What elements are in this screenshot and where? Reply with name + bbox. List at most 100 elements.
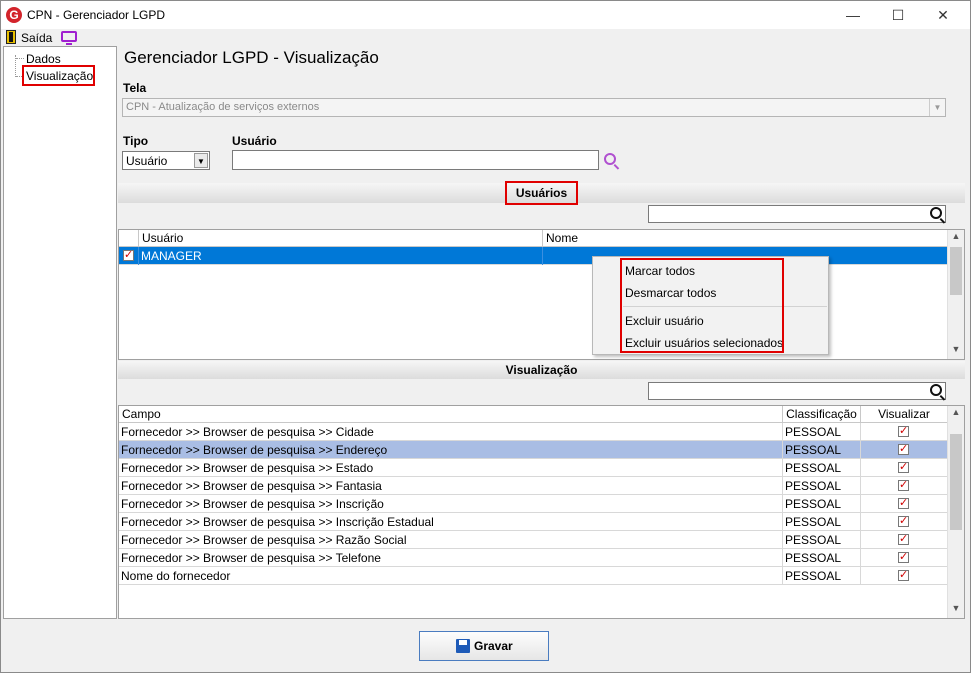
floppy-disk-icon — [456, 639, 470, 653]
visualizar-checkbox[interactable] — [898, 496, 909, 509]
view-section-header: Visualização — [118, 361, 965, 379]
search-icon[interactable] — [930, 384, 942, 396]
row-checkbox-cell — [119, 247, 139, 265]
exit-menu-item[interactable]: Saída — [21, 31, 52, 45]
minimize-button[interactable]: — — [839, 5, 867, 25]
row-checkbox[interactable] — [123, 248, 134, 261]
column-header-nome[interactable]: Nome — [543, 230, 948, 247]
window-title: CPN - Gerenciador LGPD — [27, 8, 166, 22]
table-row[interactable]: Fornecedor >> Browser de pesquisa >> Ins… — [119, 513, 948, 531]
scrollbar-thumb[interactable] — [950, 434, 962, 530]
visualizar-checkbox[interactable] — [898, 442, 909, 455]
table-row[interactable]: Fornecedor >> Browser de pesquisa >> Fan… — [119, 477, 948, 495]
close-button[interactable]: ✕ — [929, 5, 957, 25]
tela-select: CPN - Atualização de serviços externos ▼ — [122, 98, 946, 117]
view-filter-input[interactable] — [648, 382, 946, 400]
view-scrollbar[interactable]: ▲ ▼ — [947, 406, 964, 618]
cell-classificacao: PESSOAL — [783, 531, 861, 549]
app-window: G CPN - Gerenciador LGPD — ☐ ✕ Saída Dad… — [0, 0, 971, 673]
tree-connector — [16, 58, 24, 59]
maximize-button[interactable]: ☐ — [884, 5, 912, 25]
visualizar-checkbox[interactable] — [898, 550, 909, 563]
usuario-label: Usuário — [232, 134, 277, 148]
visualizar-checkbox[interactable] — [898, 514, 909, 527]
annotation-box — [505, 181, 578, 205]
cell-campo: Nome do fornecedor — [119, 567, 783, 585]
column-header-visualizar[interactable]: Visualizar — [861, 406, 948, 423]
cell-visualizar — [861, 513, 948, 531]
tipo-select-value: Usuário — [126, 154, 168, 168]
cell-campo: Fornecedor >> Browser de pesquisa >> Fan… — [119, 477, 783, 495]
table-row[interactable]: Fornecedor >> Browser de pesquisa >> Cid… — [119, 423, 948, 441]
page-title: Gerenciador LGPD - Visualização — [124, 48, 379, 67]
visualizar-checkbox[interactable] — [898, 568, 909, 581]
cell-campo: Fornecedor >> Browser de pesquisa >> Ins… — [119, 513, 783, 531]
cell-classificacao: PESSOAL — [783, 423, 861, 441]
chevron-down-icon[interactable]: ▼ — [948, 344, 964, 358]
tipo-select[interactable]: Usuário ▼ — [122, 151, 210, 170]
tree-item-dados[interactable]: Dados — [26, 52, 61, 66]
tipo-label: Tipo — [123, 134, 149, 148]
cell-visualizar — [861, 477, 948, 495]
cell-visualizar — [861, 549, 948, 567]
menu-bar: Saída — [1, 29, 970, 46]
table-row[interactable]: Fornecedor >> Browser de pesquisa >> End… — [119, 441, 948, 459]
users-grid: Usuário Nome MANAGER ▲ ▼ — [118, 229, 965, 360]
cell-classificacao: PESSOAL — [783, 459, 861, 477]
users-scrollbar[interactable]: ▲ ▼ — [947, 230, 964, 359]
usuario-input[interactable] — [232, 150, 599, 170]
cell-classificacao: PESSOAL — [783, 513, 861, 531]
visualizar-checkbox[interactable] — [898, 478, 909, 491]
table-row[interactable]: Fornecedor >> Browser de pesquisa >> Raz… — [119, 531, 948, 549]
search-icon[interactable] — [604, 153, 616, 165]
scrollbar-thumb[interactable] — [950, 247, 962, 295]
cell-campo: Fornecedor >> Browser de pesquisa >> End… — [119, 441, 783, 459]
table-row[interactable]: Fornecedor >> Browser de pesquisa >> Tel… — [119, 549, 948, 567]
annotation-box — [22, 65, 95, 86]
cell-campo: Fornecedor >> Browser de pesquisa >> Est… — [119, 459, 783, 477]
chevron-up-icon[interactable]: ▲ — [948, 231, 964, 245]
cell-visualizar — [861, 423, 948, 441]
column-header-usuario[interactable]: Usuário — [139, 230, 543, 247]
table-row[interactable]: Fornecedor >> Browser de pesquisa >> Ins… — [119, 495, 948, 513]
view-grid: Campo Classificação Visualizar Fornecedo… — [118, 405, 965, 619]
view-section-title: Visualização — [505, 363, 578, 377]
column-header-select — [119, 230, 139, 247]
chevron-up-icon[interactable]: ▲ — [948, 407, 964, 421]
cell-visualizar — [861, 531, 948, 549]
navigation-tree: Dados Visualização — [3, 46, 117, 619]
cell-classificacao: PESSOAL — [783, 477, 861, 495]
exit-door-icon[interactable] — [6, 30, 16, 44]
cell-usuario: MANAGER — [139, 247, 543, 265]
view-grid-header: Campo Classificação Visualizar — [119, 406, 948, 423]
column-header-campo[interactable]: Campo — [119, 406, 783, 423]
table-row[interactable]: Nome do fornecedor PESSOAL — [119, 567, 948, 585]
visualizar-checkbox[interactable] — [898, 460, 909, 473]
users-filter-input[interactable] — [648, 205, 946, 223]
search-icon[interactable] — [930, 207, 942, 219]
cell-classificacao: PESSOAL — [783, 567, 861, 585]
chevron-down-icon: ▼ — [929, 99, 945, 116]
visualizar-checkbox[interactable] — [898, 424, 909, 437]
monitor-icon[interactable] — [61, 31, 77, 45]
cell-visualizar — [861, 495, 948, 513]
cell-classificacao: PESSOAL — [783, 495, 861, 513]
table-row[interactable]: Fornecedor >> Browser de pesquisa >> Est… — [119, 459, 948, 477]
cell-classificacao: PESSOAL — [783, 441, 861, 459]
column-header-classificacao[interactable]: Classificação — [783, 406, 861, 423]
save-button-label: Gravar — [474, 639, 513, 653]
users-grid-header: Usuário Nome — [119, 230, 948, 247]
cell-campo: Fornecedor >> Browser de pesquisa >> Ins… — [119, 495, 783, 513]
cell-classificacao: PESSOAL — [783, 549, 861, 567]
cell-campo: Fornecedor >> Browser de pesquisa >> Raz… — [119, 531, 783, 549]
visualizar-checkbox[interactable] — [898, 532, 909, 545]
chevron-down-icon[interactable]: ▼ — [948, 603, 964, 617]
annotation-box — [620, 258, 784, 353]
cell-visualizar — [861, 567, 948, 585]
app-logo-icon: G — [6, 7, 22, 23]
cell-visualizar — [861, 441, 948, 459]
chevron-down-icon[interactable]: ▼ — [194, 153, 208, 168]
save-button[interactable]: Gravar — [419, 631, 549, 661]
tela-label: Tela — [123, 81, 147, 95]
title-bar: G CPN - Gerenciador LGPD — ☐ ✕ — [1, 1, 970, 29]
